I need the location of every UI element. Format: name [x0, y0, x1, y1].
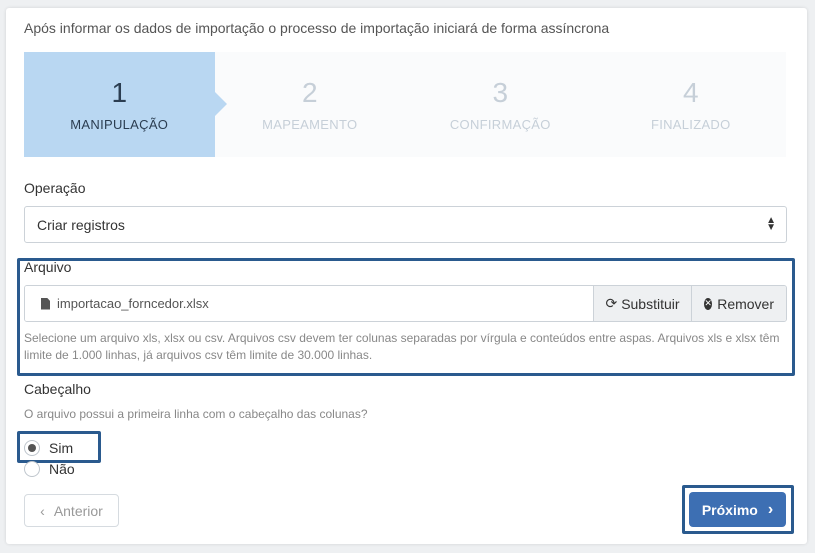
operation-label: Operação — [24, 180, 86, 196]
replace-button[interactable]: ⟳ Substituir — [593, 286, 691, 321]
step-label: CONFIRMAÇÃO — [449, 117, 551, 132]
remove-circle-icon: ✕ — [704, 297, 713, 310]
step-number: 1 — [111, 77, 128, 108]
step-manipulacao[interactable]: 1 MANIPULAÇÃO — [24, 52, 226, 157]
step-number: 4 — [682, 77, 699, 108]
step-number: 3 — [492, 77, 509, 108]
step-mapeamento[interactable]: 2 MAPEAMENTO — [215, 52, 406, 157]
radio-button-checked[interactable] — [24, 440, 40, 456]
previous-button[interactable]: ‹ Anterior — [24, 494, 119, 527]
step-label: MAPEAMENTO — [262, 117, 358, 132]
operation-select[interactable]: Criar registros ▲ ▼ — [24, 206, 787, 243]
next-button-label: Próximo — [701, 501, 758, 518]
select-caret-icon: ▲ ▼ — [766, 215, 776, 233]
radio-option-nao[interactable]: Não — [24, 461, 75, 477]
next-button[interactable]: Próximo › — [689, 492, 786, 527]
intro-text: Após informar os dados de importação o p… — [24, 20, 610, 36]
stepper: 1 MANIPULAÇÃO 2 MAPEAMENTO 3 CONFIRMAÇÃO… — [24, 52, 786, 157]
operation-select-value: Criar registros — [37, 216, 125, 233]
file-name-text: importacao_forncedor.xlsx — [57, 296, 209, 311]
step-confirmacao[interactable]: 3 CONFIRMAÇÃO — [405, 52, 596, 157]
header-label: Cabeçalho — [24, 381, 91, 397]
previous-button-label: Anterior — [53, 502, 103, 519]
remove-button[interactable]: ✕ Remover — [691, 286, 786, 321]
step-finalizado[interactable]: 4 FINALIZADO — [596, 52, 787, 157]
radio-button[interactable] — [24, 461, 40, 477]
file-input-group: importacao_forncedor.xlsx ⟳ Substituir ✕… — [24, 285, 787, 322]
radio-label: Não — [49, 461, 75, 477]
refresh-icon: ⟳ — [605, 295, 618, 311]
file-label: Arquivo — [24, 259, 72, 275]
file-help-text: Selecione um arquivo xls, xlsx ou csv. A… — [24, 331, 780, 362]
step-label: MANIPULAÇÃO — [70, 117, 169, 132]
replace-button-label: Substituir — [621, 295, 680, 312]
step-number: 2 — [301, 77, 318, 108]
radio-label: Sim — [49, 440, 74, 456]
chevron-right-icon: › — [767, 500, 774, 518]
step-label: FINALIZADO — [650, 117, 731, 132]
remove-button-label: Remover — [717, 295, 774, 312]
header-question: O arquivo possui a primeira linha com o … — [24, 407, 368, 421]
radio-option-sim[interactable]: Sim — [24, 440, 73, 456]
file-icon — [41, 297, 50, 310]
chevron-left-icon: ‹ — [40, 502, 45, 519]
file-name-field[interactable]: importacao_forncedor.xlsx — [25, 286, 593, 321]
